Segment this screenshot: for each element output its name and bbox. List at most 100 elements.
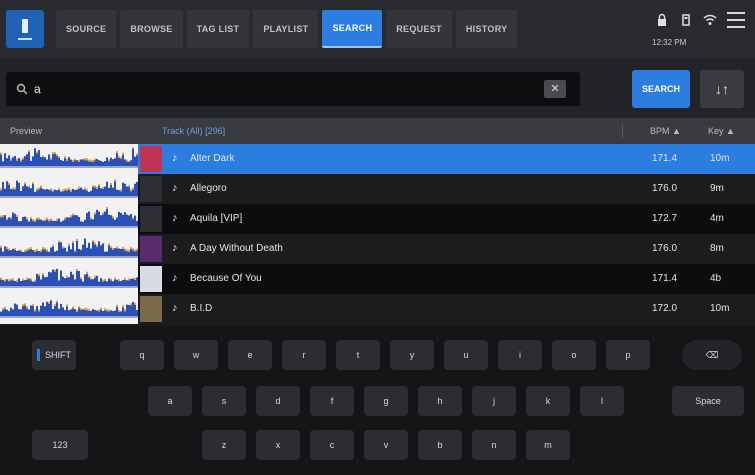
status-icons bbox=[655, 12, 745, 28]
key-n[interactable]: n bbox=[472, 430, 516, 460]
waveform-preview bbox=[0, 174, 138, 204]
sort-button[interactable]: ↓↑ bbox=[700, 70, 744, 108]
album-art bbox=[140, 146, 162, 172]
key-f[interactable]: f bbox=[310, 386, 354, 416]
track-bpm: 172.0 bbox=[652, 303, 678, 314]
tab-search[interactable]: SEARCH bbox=[322, 10, 383, 48]
music-note-icon: ♪ bbox=[172, 242, 178, 254]
column-key[interactable]: Key ▲ bbox=[708, 126, 735, 136]
key-w[interactable]: w bbox=[174, 340, 218, 370]
usb-icon bbox=[679, 13, 693, 27]
track-row[interactable]: ♪ Allegoro 176.0 9m bbox=[0, 174, 755, 204]
search-query-text: a bbox=[34, 82, 41, 96]
track-key: 8m bbox=[710, 243, 724, 254]
key-g[interactable]: g bbox=[364, 386, 408, 416]
key-h[interactable]: h bbox=[418, 386, 462, 416]
key-p[interactable]: p bbox=[606, 340, 650, 370]
wifi-icon bbox=[703, 13, 717, 27]
backspace-key[interactable]: ⌫ bbox=[682, 340, 742, 370]
album-art bbox=[140, 176, 162, 202]
waveform-preview bbox=[0, 204, 138, 234]
tab-tag-list[interactable]: TAG LIST bbox=[186, 10, 250, 48]
album-art bbox=[140, 296, 162, 322]
track-bpm: 171.4 bbox=[652, 273, 678, 284]
key-s[interactable]: s bbox=[202, 386, 246, 416]
search-button[interactable]: SEARCH bbox=[632, 70, 690, 108]
music-note-icon: ♪ bbox=[172, 272, 178, 284]
track-title: Aquila [VIP] bbox=[190, 213, 243, 224]
key-z[interactable]: z bbox=[202, 430, 246, 460]
column-bpm[interactable]: BPM ▲ bbox=[650, 126, 681, 136]
space-key[interactable]: Space bbox=[672, 386, 744, 416]
column-divider bbox=[622, 124, 623, 138]
waveform-preview bbox=[0, 294, 138, 324]
shift-key-label: SHIFT bbox=[45, 350, 71, 360]
search-row: a ✕ SEARCH ↓↑ bbox=[0, 58, 755, 118]
album-art bbox=[140, 206, 162, 232]
track-row[interactable]: ♪ B.I.D 172.0 10m bbox=[0, 294, 755, 324]
music-note-icon: ♪ bbox=[172, 152, 178, 164]
track-title: Alter Dark bbox=[190, 153, 235, 164]
lock-icon bbox=[655, 13, 669, 27]
track-title: Allegoro bbox=[190, 183, 227, 194]
device-icon-base bbox=[18, 38, 32, 40]
track-bpm: 176.0 bbox=[652, 243, 678, 254]
column-header: Preview Track (All) [296] BPM ▲ Key ▲ bbox=[0, 118, 755, 144]
key-m[interactable]: m bbox=[526, 430, 570, 460]
key-i[interactable]: i bbox=[498, 340, 542, 370]
numbers-key[interactable]: 123 bbox=[32, 430, 88, 460]
search-input[interactable]: a ✕ bbox=[6, 72, 580, 106]
key-q[interactable]: q bbox=[120, 340, 164, 370]
track-title: B.I.D bbox=[190, 303, 213, 314]
waveform-preview bbox=[0, 264, 138, 294]
track-bpm: 176.0 bbox=[652, 183, 678, 194]
tab-request[interactable]: REQUEST bbox=[386, 10, 452, 48]
key-u[interactable]: u bbox=[444, 340, 488, 370]
on-screen-keyboard: SHIFT q w e r t y u i o p ⌫ a s d f g h … bbox=[0, 326, 755, 475]
music-note-icon: ♪ bbox=[172, 302, 178, 314]
track-key: 4b bbox=[710, 273, 722, 284]
track-key: 10m bbox=[710, 303, 730, 314]
track-title: A Day Without Death bbox=[190, 243, 283, 254]
key-o[interactable]: o bbox=[552, 340, 596, 370]
key-x[interactable]: x bbox=[256, 430, 300, 460]
music-note-icon: ♪ bbox=[172, 182, 178, 194]
waveform-preview bbox=[0, 144, 138, 174]
track-bpm: 172.7 bbox=[652, 213, 678, 224]
search-icon bbox=[16, 82, 28, 95]
key-e[interactable]: e bbox=[228, 340, 272, 370]
shift-key[interactable]: SHIFT bbox=[32, 340, 76, 370]
tab-history[interactable]: HISTORY bbox=[455, 10, 518, 48]
key-c[interactable]: c bbox=[310, 430, 354, 460]
key-v[interactable]: v bbox=[364, 430, 408, 460]
key-b[interactable]: b bbox=[418, 430, 462, 460]
clear-search-button[interactable]: ✕ bbox=[544, 80, 566, 98]
key-r[interactable]: r bbox=[282, 340, 326, 370]
column-track[interactable]: Track (All) [296] bbox=[162, 126, 225, 136]
album-art bbox=[140, 266, 162, 292]
tab-playlist[interactable]: PLAYLIST bbox=[253, 10, 319, 48]
track-title: Because Of You bbox=[190, 273, 262, 284]
tab-browse[interactable]: BROWSE bbox=[120, 10, 183, 48]
key-d[interactable]: d bbox=[256, 386, 300, 416]
track-row[interactable]: ♪ A Day Without Death 176.0 8m bbox=[0, 234, 755, 264]
key-l[interactable]: l bbox=[580, 386, 624, 416]
tab-source[interactable]: SOURCE bbox=[56, 10, 117, 48]
key-y[interactable]: y bbox=[390, 340, 434, 370]
clock-text: 12:32 PM bbox=[652, 38, 687, 47]
menu-icon[interactable] bbox=[727, 12, 745, 28]
key-k[interactable]: k bbox=[526, 386, 570, 416]
track-key: 4m bbox=[710, 213, 724, 224]
track-row[interactable]: ♪ Because Of You 171.4 4b bbox=[0, 264, 755, 294]
track-key: 9m bbox=[710, 183, 724, 194]
key-a[interactable]: a bbox=[148, 386, 192, 416]
track-bpm: 171.4 bbox=[652, 153, 678, 164]
device-menu-button[interactable] bbox=[6, 10, 44, 48]
track-row[interactable]: ♪ Alter Dark 171.4 10m bbox=[0, 144, 755, 174]
device-icon bbox=[22, 19, 28, 33]
key-j[interactable]: j bbox=[472, 386, 516, 416]
tab-bar: SOURCE BROWSE TAG LIST PLAYLIST SEARCH R… bbox=[56, 10, 518, 48]
key-t[interactable]: t bbox=[336, 340, 380, 370]
track-row[interactable]: ♪ Aquila [VIP] 172.7 4m bbox=[0, 204, 755, 234]
waveform-preview bbox=[0, 234, 138, 264]
